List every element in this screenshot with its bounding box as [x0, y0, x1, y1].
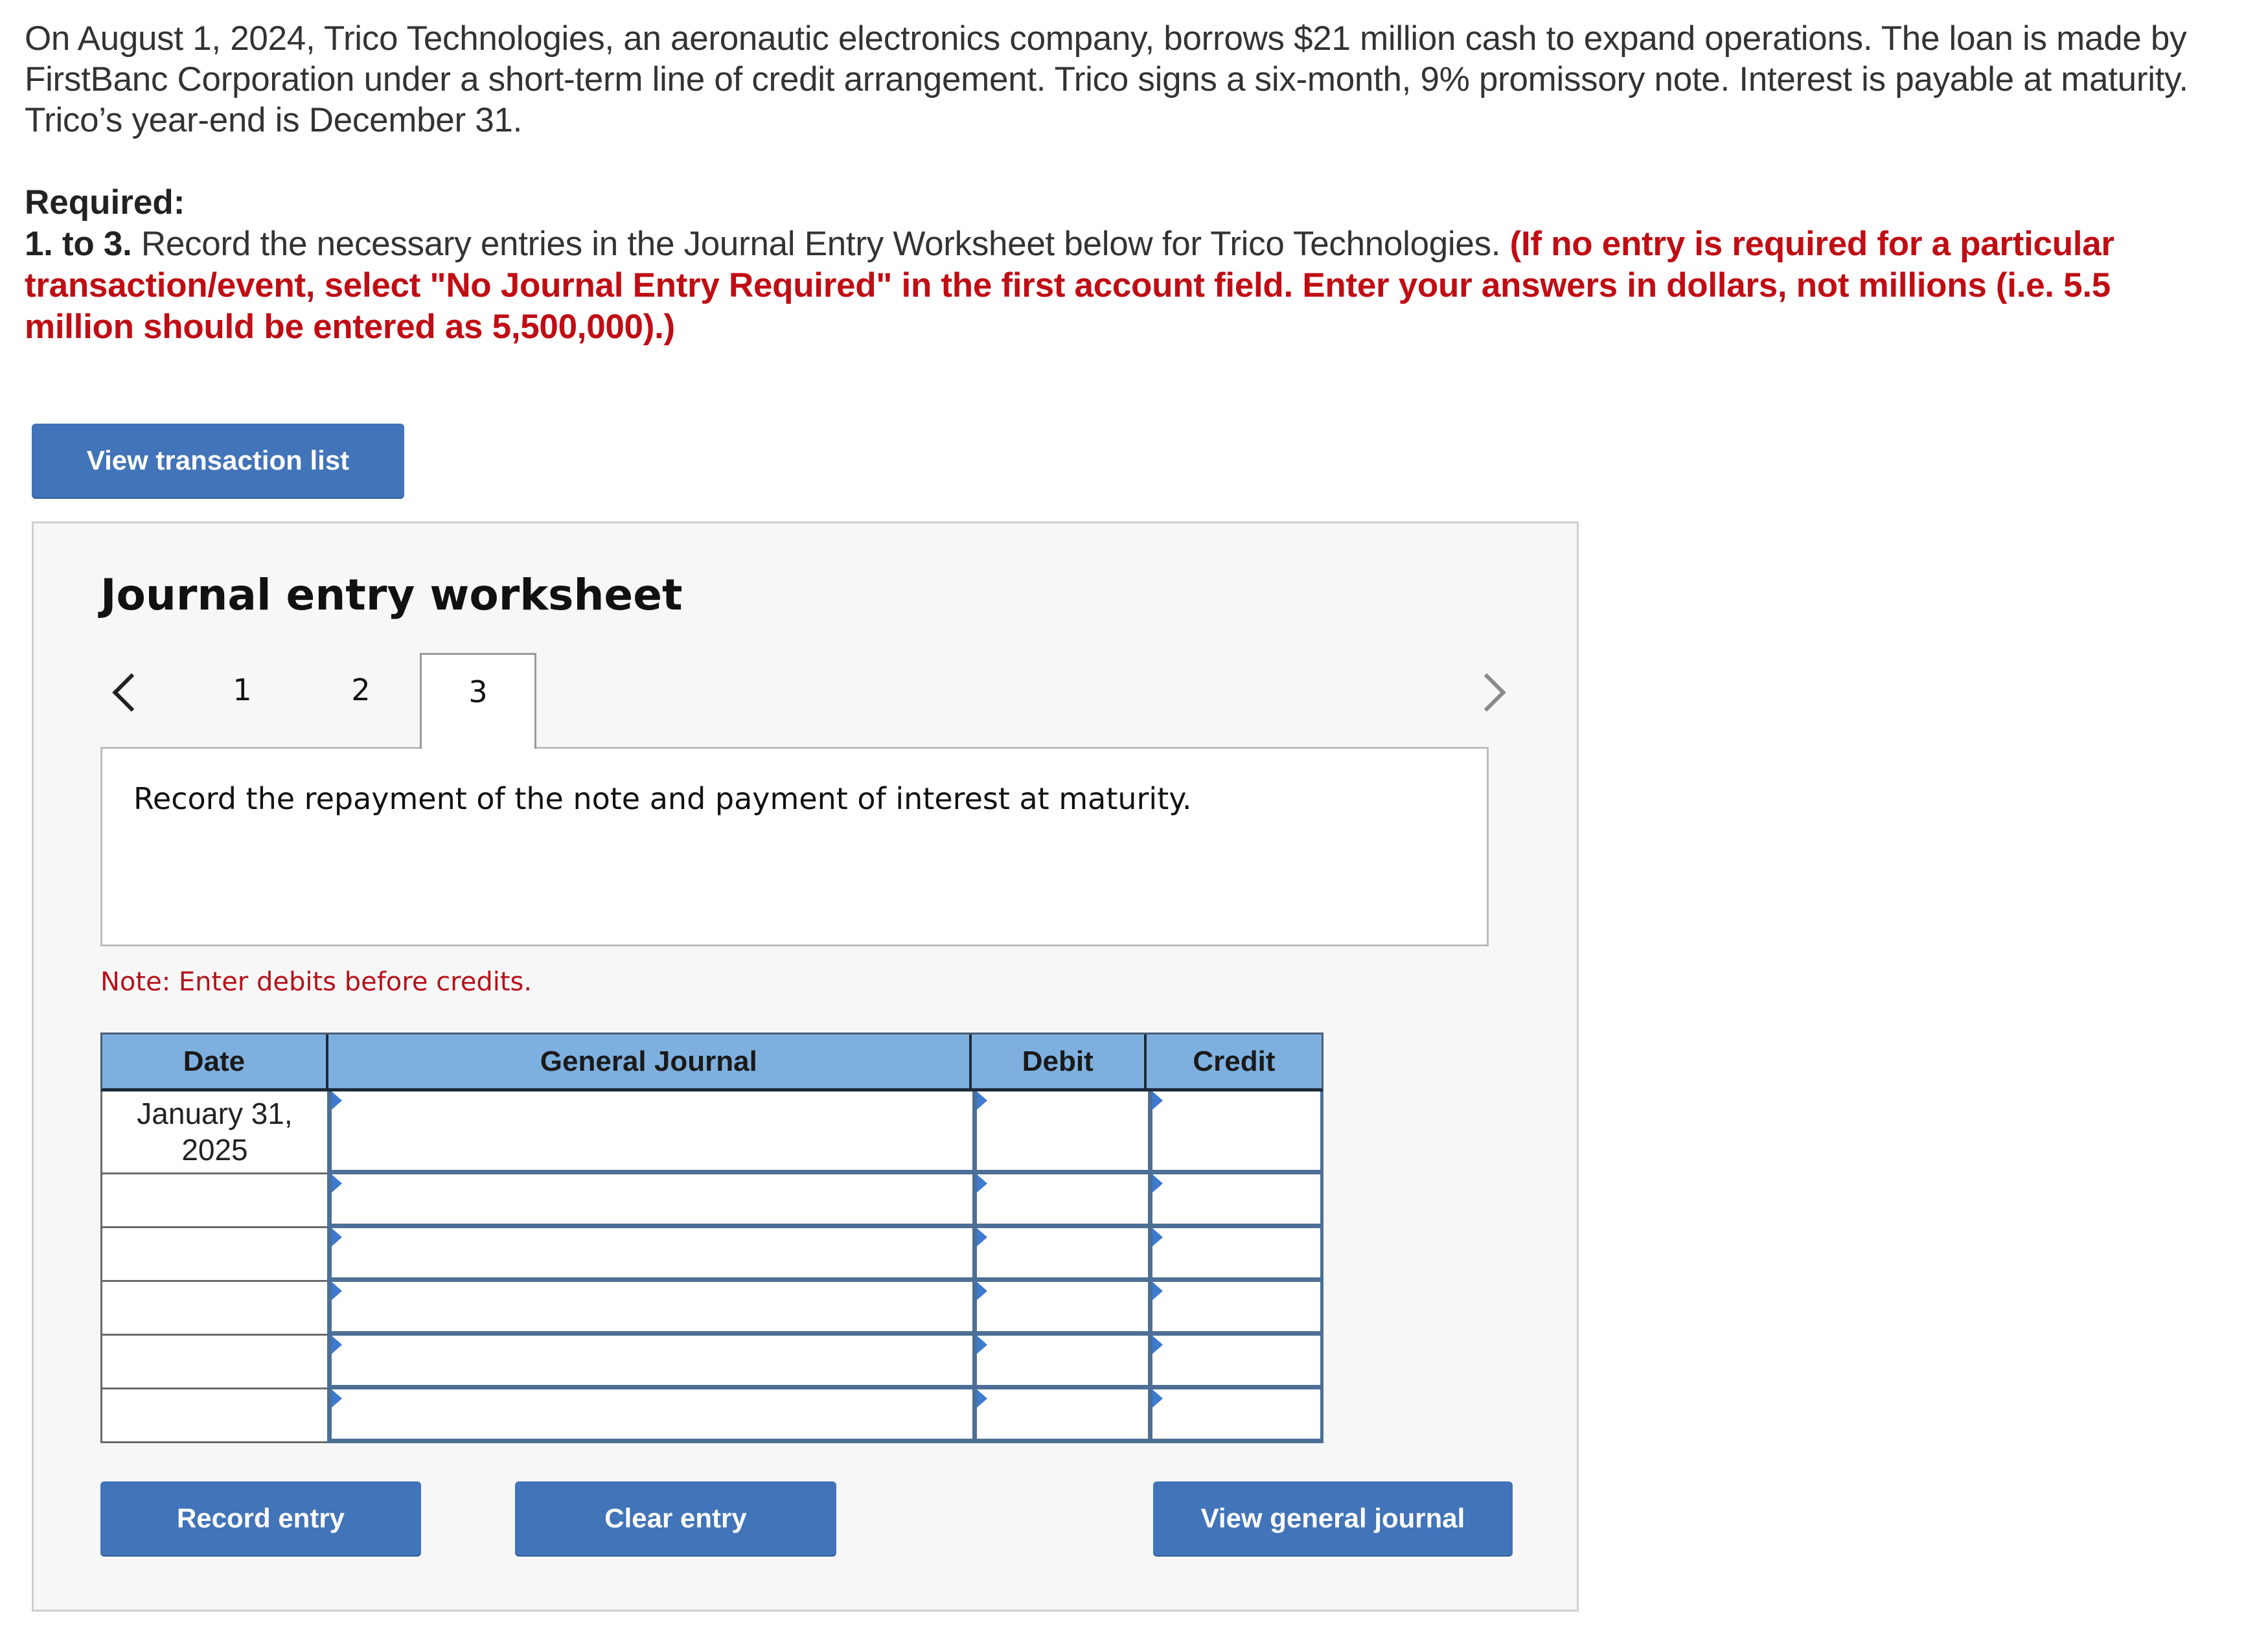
dropdown-flag-icon — [1152, 1282, 1163, 1300]
header-date: Date — [102, 1034, 328, 1088]
credit-input[interactable] — [1148, 1336, 1323, 1389]
worksheet-title: Journal entry worksheet — [100, 570, 683, 620]
table-row — [100, 1336, 1323, 1389]
credit-input[interactable] — [1148, 1174, 1323, 1228]
table-row — [100, 1282, 1323, 1336]
account-input[interactable] — [327, 1282, 972, 1336]
header-general-journal: General Journal — [328, 1034, 972, 1088]
dropdown-flag-icon — [1152, 1091, 1163, 1110]
debit-input[interactable] — [972, 1228, 1148, 1282]
account-input[interactable] — [327, 1091, 972, 1174]
debit-input[interactable] — [972, 1389, 1148, 1443]
dropdown-flag-icon — [1152, 1228, 1163, 1246]
date-cell — [100, 1282, 327, 1336]
account-input[interactable] — [327, 1228, 972, 1282]
dropdown-flag-icon — [1152, 1389, 1163, 1408]
header-debit: Debit — [972, 1034, 1147, 1088]
credit-input[interactable] — [1148, 1389, 1323, 1443]
instruction-box: Record the repayment of the note and pay… — [100, 747, 1489, 946]
record-entry-button[interactable]: Record entry — [100, 1481, 421, 1555]
journal-table: Date General Journal Debit Credit Januar… — [100, 1033, 1323, 1443]
dropdown-flag-icon — [977, 1091, 987, 1110]
table-row — [100, 1389, 1323, 1443]
required-number: 1. to 3. — [25, 225, 132, 263]
table-row — [100, 1174, 1323, 1228]
date-cell — [100, 1389, 327, 1443]
view-general-journal-button[interactable]: View general journal — [1153, 1481, 1513, 1555]
debit-input[interactable] — [972, 1174, 1148, 1228]
dropdown-flag-icon — [332, 1174, 342, 1193]
dropdown-flag-icon — [332, 1336, 342, 1354]
journal-entry-worksheet-panel: Journal entry worksheet 1 2 3 Record the… — [32, 521, 1579, 1612]
date-cell — [100, 1174, 327, 1228]
required-heading: Required: — [25, 183, 185, 222]
dropdown-flag-icon — [332, 1282, 342, 1300]
dropdown-flag-icon — [332, 1389, 342, 1408]
journal-table-header: Date General Journal Debit Credit — [100, 1033, 1323, 1091]
clear-entry-button[interactable]: Clear entry — [515, 1481, 836, 1555]
dropdown-flag-icon — [977, 1228, 987, 1246]
instruction-text: Record the repayment of the note and pay… — [133, 781, 1192, 816]
problem-intro: On August 1, 2024, Trico Technologies, a… — [25, 19, 2188, 139]
account-input[interactable] — [327, 1389, 972, 1443]
dropdown-flag-icon — [977, 1389, 987, 1408]
credit-input[interactable] — [1148, 1091, 1323, 1174]
required-instructions: 1. to 3. Record the necessary entries in… — [25, 223, 2162, 348]
tab-3-active[interactable]: 3 — [420, 653, 536, 749]
credit-input[interactable] — [1148, 1228, 1323, 1282]
date-cell — [100, 1336, 327, 1389]
tab-1[interactable]: 1 — [184, 653, 301, 747]
table-row — [100, 1228, 1323, 1282]
dropdown-flag-icon — [1152, 1174, 1163, 1193]
dropdown-flag-icon — [977, 1282, 987, 1300]
dropdown-flag-icon — [1152, 1336, 1163, 1354]
dropdown-flag-icon — [332, 1091, 342, 1110]
debit-input[interactable] — [972, 1282, 1148, 1336]
credit-input[interactable] — [1148, 1282, 1323, 1336]
account-input[interactable] — [327, 1336, 972, 1389]
chevron-left-icon[interactable] — [112, 673, 151, 712]
dropdown-flag-icon — [332, 1228, 342, 1246]
debit-input[interactable] — [972, 1336, 1148, 1389]
date-cell: January 31, 2025 — [100, 1091, 327, 1174]
table-row: January 31, 2025 — [100, 1091, 1323, 1174]
dropdown-flag-icon — [977, 1174, 987, 1193]
header-credit: Credit — [1193, 1045, 1276, 1077]
debits-credits-note: Note: Enter debits before credits. — [100, 967, 533, 997]
required-text: Record the necessary entries in the Jour… — [132, 225, 1510, 263]
dropdown-flag-icon — [977, 1336, 987, 1354]
debit-input[interactable] — [972, 1091, 1148, 1174]
chevron-right-icon[interactable] — [1467, 673, 1506, 712]
date-cell — [100, 1228, 327, 1282]
account-input[interactable] — [327, 1174, 972, 1228]
tab-2[interactable]: 2 — [303, 653, 419, 747]
view-transaction-list-button[interactable]: View transaction list — [32, 424, 404, 497]
